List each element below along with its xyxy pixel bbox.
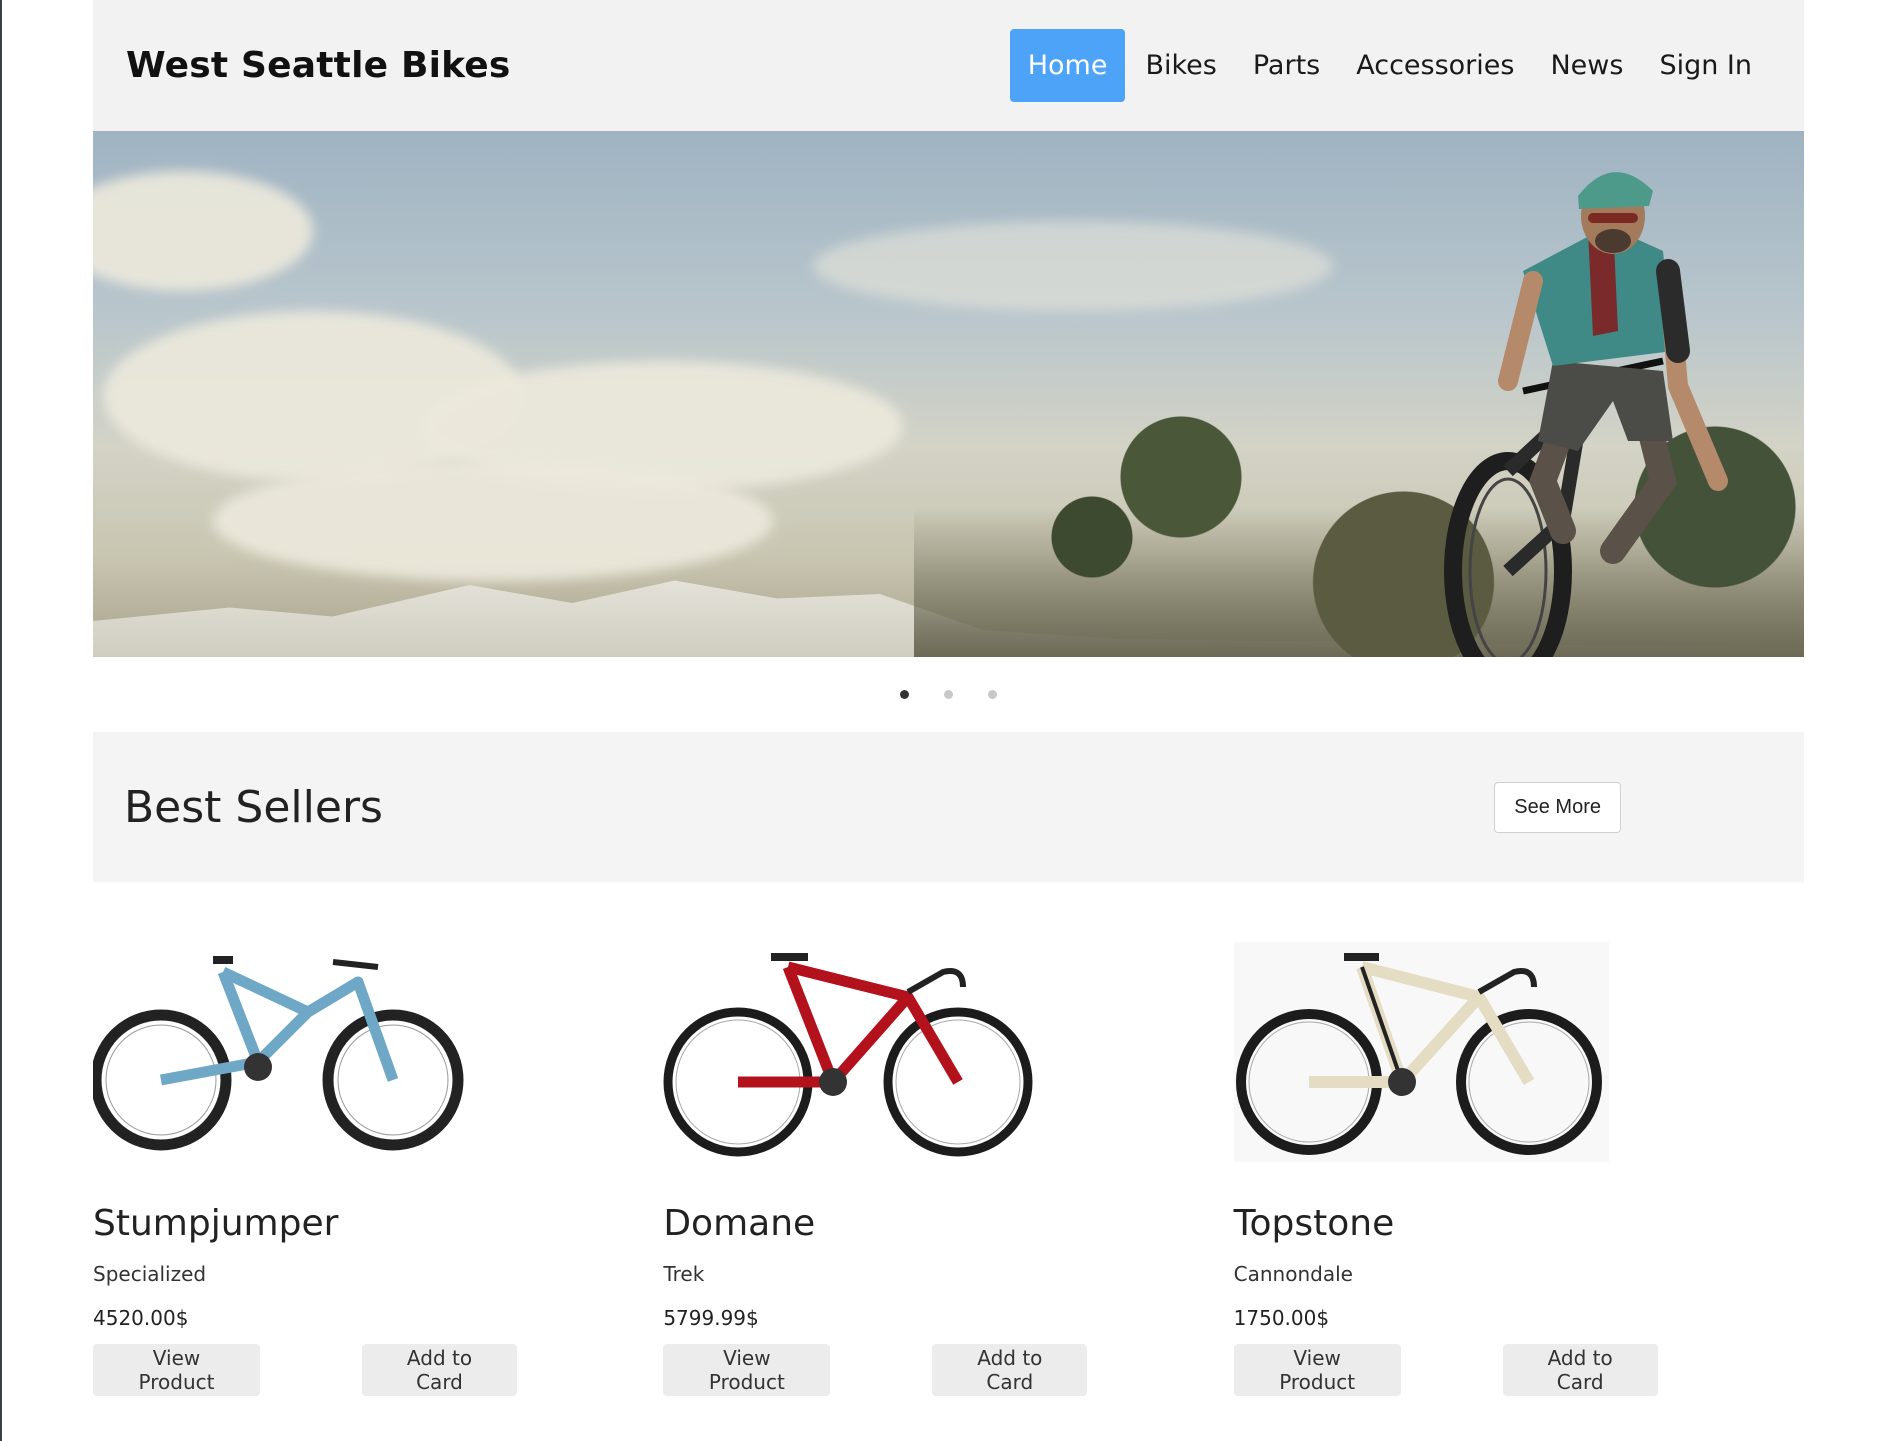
product-actions: View Product Add to Card — [93, 1344, 663, 1396]
carousel-dot-3[interactable] — [988, 690, 997, 699]
mountain-biker-figure — [1444, 172, 1728, 657]
cloud-shape — [213, 461, 773, 581]
product-actions: View Product Add to Card — [663, 1344, 1233, 1396]
best-sellers-title: Best Sellers — [124, 781, 383, 833]
view-product-button[interactable]: View Product — [93, 1344, 260, 1396]
window-left-border — [0, 0, 2, 1441]
product-image-domane[interactable] — [663, 942, 1038, 1162]
product-price: 5799.99$ — [663, 1306, 759, 1330]
product-brand: Cannondale — [1233, 1262, 1353, 1286]
product-price: 4520.00$ — [93, 1306, 189, 1330]
add-to-cart-button[interactable]: Add to Card — [362, 1344, 517, 1396]
product-image-stumpjumper[interactable] — [90, 942, 468, 1162]
product-image-topstone[interactable] — [1233, 942, 1609, 1162]
nav-item-accessories[interactable]: Accessories — [1338, 29, 1532, 102]
cloud-shape — [813, 221, 1333, 311]
nav-item-sign-in[interactable]: Sign In — [1641, 29, 1770, 102]
product-name[interactable]: Stumpjumper — [93, 1203, 663, 1244]
nav-item-bikes[interactable]: Bikes — [1127, 29, 1234, 102]
product-card-topstone: Topstone Cannondale 1750.00$ View Produc… — [1233, 942, 1804, 1396]
product-name[interactable]: Domane — [663, 1203, 1233, 1244]
page-container: West Seattle Bikes Home Bikes Parts Acce… — [90, 0, 1804, 1396]
main-nav: Home Bikes Parts Accessories News Sign I… — [1009, 29, 1770, 102]
product-brand: Trek — [663, 1262, 705, 1286]
view-product-button[interactable]: View Product — [663, 1344, 831, 1396]
add-to-cart-button[interactable]: Add to Card — [932, 1344, 1088, 1396]
product-brand: Specialized — [93, 1262, 207, 1286]
product-card-stumpjumper: Stumpjumper Specialized 4520.00$ View Pr… — [90, 942, 663, 1396]
carousel-dot-2[interactable] — [944, 690, 953, 699]
hero-carousel-image[interactable] — [93, 131, 1804, 657]
product-grid: Stumpjumper Specialized 4520.00$ View Pr… — [90, 942, 1804, 1396]
nav-item-news[interactable]: News — [1532, 29, 1641, 102]
nav-item-home[interactable]: Home — [1009, 29, 1126, 102]
navbar: West Seattle Bikes Home Bikes Parts Acce… — [93, 0, 1804, 131]
add-to-cart-button[interactable]: Add to Card — [1502, 1344, 1658, 1396]
product-name[interactable]: Topstone — [1234, 1203, 1804, 1244]
cloud-shape — [93, 171, 313, 291]
best-sellers-header: Best Sellers See More — [93, 732, 1804, 882]
product-actions: View Product Add to Card — [1233, 1344, 1804, 1396]
view-product-button[interactable]: View Product — [1233, 1344, 1401, 1396]
carousel-indicators — [93, 657, 1804, 732]
product-price: 1750.00$ — [1233, 1306, 1330, 1330]
product-card-domane: Domane Trek 5799.99$ View Product Add to… — [663, 942, 1233, 1396]
site-brand[interactable]: West Seattle Bikes — [126, 45, 511, 86]
carousel-dot-1[interactable] — [900, 690, 909, 699]
nav-item-parts[interactable]: Parts — [1235, 29, 1338, 102]
see-more-button[interactable]: See More — [1494, 781, 1621, 833]
